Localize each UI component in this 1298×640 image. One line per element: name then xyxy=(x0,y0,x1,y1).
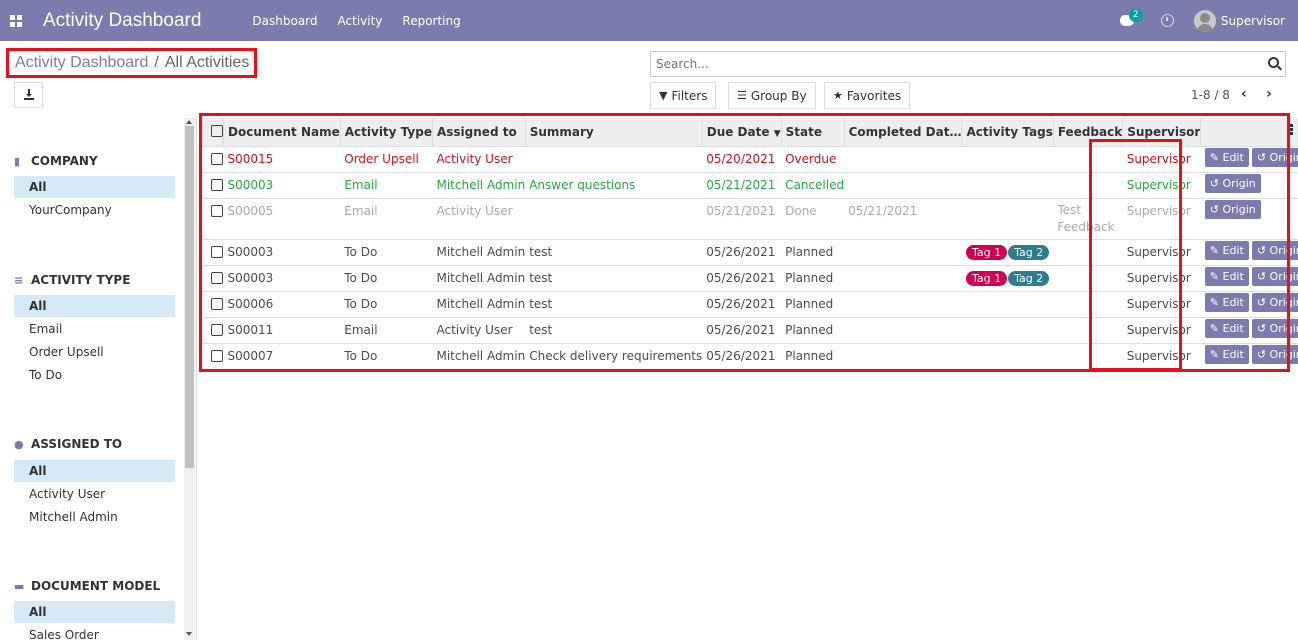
star-icon: ★ xyxy=(833,89,843,102)
type-item-email[interactable]: Email xyxy=(14,318,175,340)
section-assigned-to: ● ASSIGNED TO xyxy=(14,437,122,451)
breadcrumb-separator: / xyxy=(154,54,159,71)
filter-icon: ▼ xyxy=(659,89,668,102)
assigned-item-activity-user[interactable]: Activity User xyxy=(14,483,175,505)
search-box xyxy=(650,51,1286,77)
filters-label: Filters xyxy=(671,88,708,103)
users-icon: ● xyxy=(14,437,24,451)
menu-dashboard[interactable]: Dashboard xyxy=(252,14,317,28)
group-by-button[interactable]: ☰ Group By xyxy=(728,82,816,109)
scroll-thumb[interactable] xyxy=(185,126,194,468)
model-item-sales-order[interactable]: Sales Order xyxy=(14,624,175,640)
type-item-all[interactable]: All xyxy=(14,295,175,317)
breadcrumb-parent-link[interactable]: Activity Dashboard xyxy=(15,54,148,72)
optional-columns-icon[interactable] xyxy=(1290,124,1293,136)
chat-icon[interactable]: 2 xyxy=(1119,9,1143,26)
pager-next-icon[interactable]: › xyxy=(1266,86,1272,102)
type-item-order-upsell[interactable]: Order Upsell xyxy=(14,341,175,363)
user-name[interactable]: Supervisor xyxy=(1221,14,1285,28)
scroll-down-arrow[interactable] xyxy=(186,632,192,636)
top-menu: Dashboard Activity Reporting xyxy=(252,14,480,28)
building-icon: ▮ xyxy=(14,154,21,168)
download-button[interactable] xyxy=(14,82,43,108)
list-icon: ≡ xyxy=(14,273,24,287)
company-item-yourcompany[interactable]: YourCompany xyxy=(14,199,175,221)
pager-value[interactable]: 1-8 / 8 xyxy=(1191,88,1230,102)
group-by-label: Group By xyxy=(750,88,807,103)
breadcrumb-current: All Activities xyxy=(164,54,250,71)
section-company: ▮ COMPANY xyxy=(14,154,98,168)
search-panel-sidebar: ▮ COMPANY All YourCompany ≡ ACTIVITY TYPE … xyxy=(0,118,197,640)
section-title: DOCUMENT MODEL xyxy=(31,579,161,593)
apps-grid-icon[interactable] xyxy=(10,14,22,27)
search-icon[interactable] xyxy=(1268,57,1279,68)
section-activity-type: ≡ ACTIVITY TYPE xyxy=(14,273,130,287)
pager-previous-icon[interactable]: ‹ xyxy=(1241,86,1247,102)
scroll-up-arrow[interactable] xyxy=(186,120,192,124)
download-icon xyxy=(23,89,34,100)
favorites-label: Favorites xyxy=(846,88,902,103)
assigned-item-all[interactable]: All xyxy=(14,460,175,482)
supervisor-column-highlight xyxy=(1089,139,1182,371)
app-brand[interactable]: Activity Dashboard xyxy=(43,10,201,32)
menu-activity[interactable]: Activity xyxy=(338,14,383,28)
assigned-item-mitchell-admin[interactable]: Mitchell Admin xyxy=(14,506,175,528)
folder-icon: ▬ xyxy=(14,579,25,593)
company-item-all[interactable]: All xyxy=(14,176,175,198)
sidebar-scrollbar[interactable] xyxy=(184,118,195,640)
favorites-button[interactable]: ★ Favorites xyxy=(824,82,911,109)
filters-button[interactable]: ▼ Filters xyxy=(650,82,717,109)
navbar-systray: 2 Supervisor xyxy=(1119,0,1285,41)
section-title: ASSIGNED TO xyxy=(31,437,123,451)
type-item-todo[interactable]: To Do xyxy=(14,364,175,386)
section-title: COMPANY xyxy=(31,154,98,168)
section-title: ACTIVITY TYPE xyxy=(31,273,131,287)
menu-reporting[interactable]: Reporting xyxy=(402,14,460,28)
breadcrumb: Activity Dashboard / All Activities xyxy=(6,48,257,78)
section-document-model: ▬ DOCUMENT MODEL xyxy=(14,579,160,593)
bars-icon: ☰ xyxy=(737,89,747,102)
chat-count-badge: 2 xyxy=(1128,9,1143,22)
model-item-all[interactable]: All xyxy=(14,601,175,623)
activity-clock-icon[interactable] xyxy=(1160,14,1174,27)
top-navbar: Activity Dashboard Dashboard Activity Re… xyxy=(0,0,1298,41)
search-input[interactable] xyxy=(651,52,1251,76)
user-avatar[interactable] xyxy=(1193,9,1216,32)
